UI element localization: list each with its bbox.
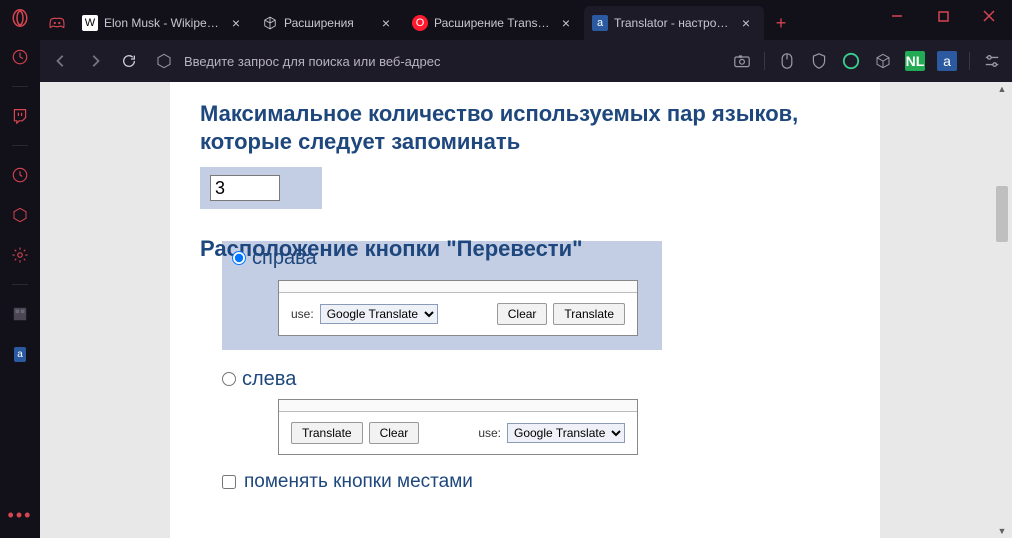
viewport: Максимальное количество используемых пар… [40,82,1012,538]
new-tab-button[interactable]: + [764,6,798,40]
swap-buttons-checkbox[interactable]: поменять кнопки местами [222,471,850,493]
preview-textarea [279,400,637,412]
opera-menu-button[interactable] [8,6,32,30]
mouse-icon[interactable] [777,51,797,71]
easy-setup-icon[interactable] [982,51,1002,71]
translator-sb-icon[interactable]: a [9,343,31,365]
scroll-up-arrow[interactable]: ▲ [997,84,1007,94]
separator [12,145,28,146]
max-pairs-field-wrap [200,167,322,209]
address-placeholder: Введите запрос для поиска или веб-адрес [184,54,440,69]
tab-extensions[interactable]: Расширения × [254,6,404,40]
swap-buttons-label: поменять кнопки местами [244,471,473,493]
close-icon[interactable]: × [378,15,394,31]
nl-badge-icon[interactable]: NL [905,51,925,71]
twitch-icon[interactable] [9,105,31,127]
translator-ext-icon[interactable]: a [937,51,957,71]
back-button[interactable] [50,50,72,72]
translator-select[interactable]: Google Translate [320,304,438,324]
radio-right[interactable]: справа [232,247,644,270]
tab-strip: W Elon Musk - Wikipedia × Расширения × O… [0,0,1012,40]
speed-dial-icon[interactable] [9,46,31,68]
toolbar-extensions: NL a [732,51,1002,71]
radio-left-label: слева [242,368,296,391]
opera-favicon: O [412,15,428,31]
radio-left[interactable]: слева [222,368,850,391]
reload-button[interactable] [118,50,140,72]
forward-button[interactable] [84,50,106,72]
close-icon[interactable]: × [558,15,574,31]
scroll-down-arrow[interactable]: ▼ [997,526,1007,536]
scrollbar[interactable]: ▲ ▼ [996,82,1010,538]
tab-label: Elon Musk - Wikipedia [104,16,222,30]
close-icon[interactable]: × [738,15,754,31]
radio-right-input[interactable] [232,251,246,265]
translator-select[interactable]: Google Translate [507,423,625,443]
separator [12,86,28,87]
use-label: use: [478,426,501,440]
pinboard-icon[interactable] [9,303,31,325]
wikipedia-favicon: W [82,15,98,31]
divider [969,52,970,70]
radio-left-input[interactable] [222,372,236,386]
settings-icon[interactable] [9,244,31,266]
window-controls [874,0,1012,32]
layout-option-right: справа use: Google Translate Clear Trans… [222,241,662,350]
tab-wikipedia[interactable]: W Elon Musk - Wikipedia × [74,6,254,40]
tab-label: Translator - настройки [614,16,732,30]
preview-controls: use: Google Translate Clear Translate [279,293,637,335]
translate-button[interactable]: Translate [291,422,363,444]
pinned-tab-discord[interactable] [40,6,74,40]
preview-controls: Translate Clear use: Google Translate [279,412,637,454]
cube-icon [262,15,278,31]
shield-icon[interactable] [809,51,829,71]
minimize-button[interactable] [874,0,920,32]
divider [764,52,765,70]
tab-label: Расширение Translator [434,16,552,30]
history-icon[interactable] [9,164,31,186]
translate-button[interactable]: Translate [553,303,625,325]
more-icon[interactable]: ••• [9,504,31,526]
preview-right: use: Google Translate Clear Translate [278,280,638,336]
max-pairs-input[interactable] [210,175,280,201]
translator-favicon: a [592,15,608,31]
tab-translator-ext[interactable]: O Расширение Translator × [404,6,584,40]
radio-right-label: справа [252,247,317,270]
package-icon[interactable] [9,204,31,226]
tab-translator-settings[interactable]: a Translator - настройки × [584,6,764,40]
clear-button[interactable]: Clear [369,422,420,444]
cube-ext-icon[interactable] [873,51,893,71]
preview-left: Translate Clear use: Google Translate [278,399,638,455]
circle-check-icon[interactable] [841,51,861,71]
scrollbar-thumb[interactable] [996,186,1008,242]
use-label: use: [291,307,314,321]
separator [12,284,28,285]
address-bar[interactable]: Введите запрос для поиска или веб-адрес [152,53,720,69]
layout-option-left: Translate Clear use: Google Translate [222,399,850,455]
maximize-button[interactable] [920,0,966,32]
camera-icon[interactable] [732,51,752,71]
clear-button[interactable]: Clear [497,303,548,325]
tab-label: Расширения [284,16,372,30]
swap-buttons-input[interactable] [222,475,236,489]
close-icon[interactable]: × [228,15,244,31]
preview-textarea [279,281,637,293]
address-toolbar: Введите запрос для поиска или веб-адрес … [0,40,1012,82]
sidebar: a ••• [0,40,40,538]
close-window-button[interactable] [966,0,1012,32]
settings-page: Максимальное количество используемых пар… [170,82,880,538]
heading-max-pairs: Максимальное количество используемых пар… [200,100,850,155]
site-info-icon[interactable] [156,53,174,69]
